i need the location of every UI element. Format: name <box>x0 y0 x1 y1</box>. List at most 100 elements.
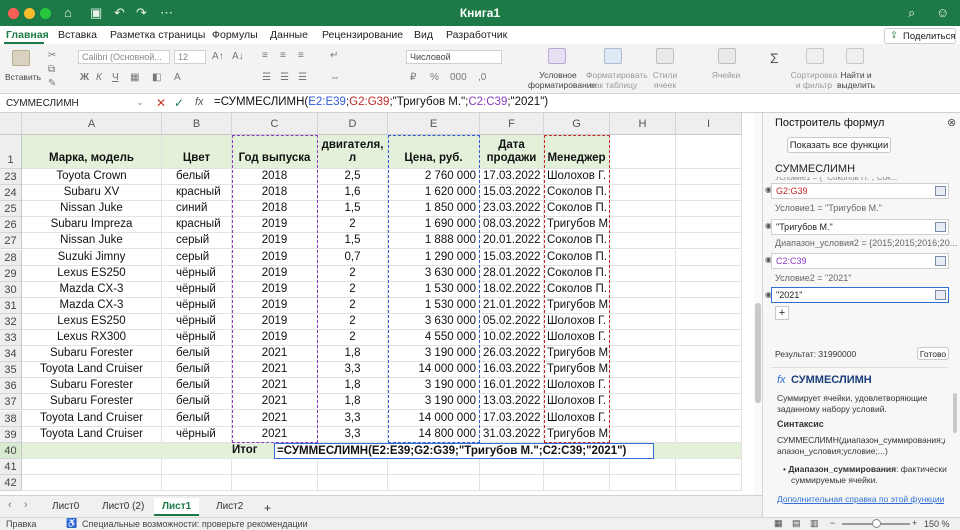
row-header[interactable]: 35 <box>0 362 22 379</box>
data-cell[interactable]: 2019 <box>232 233 318 250</box>
data-cell[interactable]: 14 000 000 <box>388 410 480 427</box>
align-left-icon[interactable]: ☰ <box>262 72 271 83</box>
data-cell[interactable]: Тригубов М. <box>544 297 610 314</box>
row-header[interactable]: 24 <box>0 185 22 202</box>
cells-icon[interactable] <box>718 48 736 64</box>
column-header[interactable]: I <box>676 113 742 135</box>
data-cell[interactable]: 2021 <box>232 346 318 363</box>
range-picker-icon[interactable] <box>935 222 946 232</box>
empty-cell[interactable] <box>610 313 676 330</box>
tab-insert[interactable]: Вставка <box>58 29 97 41</box>
data-cell[interactable]: 2019 <box>232 217 318 234</box>
data-cell[interactable]: 4 550 000 <box>388 330 480 347</box>
format-table-icon[interactable] <box>604 48 622 64</box>
data-cell[interactable]: белый <box>162 394 232 411</box>
data-cell[interactable]: Шолохов Г. <box>544 169 610 186</box>
panel-scrollbar[interactable] <box>953 393 957 433</box>
row-header[interactable]: 1 <box>0 135 22 169</box>
sheet-tab-list1[interactable]: Лист1 <box>154 498 200 516</box>
row-header[interactable]: 39 <box>0 426 22 443</box>
data-cell[interactable]: белый <box>162 362 232 379</box>
align-center-icon[interactable]: ☰ <box>280 72 289 83</box>
data-cell[interactable]: Шолохов Г. <box>544 313 610 330</box>
data-cell[interactable]: 2 <box>318 297 388 314</box>
select-all-corner[interactable] <box>0 113 22 135</box>
empty-cell[interactable] <box>676 346 742 363</box>
empty-cell[interactable] <box>676 313 742 330</box>
total-formula-cell[interactable]: =СУММЕСЛИМН(E2:E39;G2:G39;"Тригубов М.";… <box>274 442 654 459</box>
empty-cell[interactable] <box>676 201 742 218</box>
data-cell[interactable]: 0,7 <box>318 249 388 266</box>
data-cell[interactable]: 1,6 <box>318 185 388 202</box>
empty-cell[interactable] <box>610 330 676 347</box>
align-right-icon[interactable]: ☰ <box>298 72 307 83</box>
column-header[interactable]: A <box>22 113 162 135</box>
empty-cell[interactable] <box>22 474 162 491</box>
sheet-tab-list2[interactable]: Лист2 <box>208 498 251 516</box>
data-cell[interactable]: 1 290 000 <box>388 249 480 266</box>
data-cell[interactable]: Тригубов М. <box>544 426 610 443</box>
empty-cell[interactable] <box>610 410 676 427</box>
vertical-scrollbar[interactable] <box>754 113 762 495</box>
data-cell[interactable]: серый <box>162 233 232 250</box>
empty-cell[interactable] <box>676 458 742 475</box>
empty-cell[interactable] <box>676 169 742 186</box>
empty-cell[interactable] <box>318 474 388 491</box>
page-layout-view-icon[interactable]: ▤ <box>792 518 801 529</box>
empty-cell[interactable] <box>676 265 742 282</box>
row-header[interactable]: 36 <box>0 378 22 395</box>
table-header-cell[interactable]: Год выпуска <box>232 135 318 169</box>
row-header[interactable]: 33 <box>0 330 22 347</box>
data-cell[interactable]: 1 690 000 <box>388 217 480 234</box>
data-cell[interactable]: Шолохов Г. <box>544 410 610 427</box>
table-header-cell[interactable]: Менеджер <box>544 135 610 169</box>
empty-cell[interactable] <box>388 474 480 491</box>
font-size-select[interactable]: 12 <box>174 50 206 64</box>
data-cell[interactable]: 2018 <box>232 185 318 202</box>
row-header[interactable]: 29 <box>0 265 22 282</box>
empty-cell[interactable] <box>544 474 610 491</box>
format-painter-icon[interactable]: ✎ <box>48 78 56 89</box>
row-header[interactable]: 26 <box>0 217 22 234</box>
accessibility-status[interactable]: Специальные возможности: проверьте реком… <box>82 519 308 529</box>
name-box[interactable]: СУММЕСЛИМН <box>4 96 132 112</box>
align-bottom-icon[interactable]: ≡ <box>298 50 304 61</box>
empty-cell[interactable] <box>676 394 742 411</box>
fill-color-icon[interactable]: ◧ <box>152 72 161 83</box>
data-cell[interactable]: Mazda CX-3 <box>22 281 162 298</box>
row-header[interactable]: 40 <box>0 442 22 459</box>
data-cell[interactable]: синий <box>162 201 232 218</box>
close-panel-icon[interactable]: ⊗ <box>947 116 956 129</box>
data-cell[interactable]: Subaru Forester <box>22 394 162 411</box>
empty-cell[interactable] <box>232 458 318 475</box>
data-cell[interactable]: 2019 <box>232 330 318 347</box>
data-cell[interactable]: 21.01.2022 <box>480 297 544 314</box>
data-cell[interactable]: чёрный <box>162 281 232 298</box>
data-cell[interactable]: 1,8 <box>318 346 388 363</box>
data-cell[interactable]: белый <box>162 378 232 395</box>
sheet-tab-list0-2[interactable]: Лист0 (2) <box>94 498 152 516</box>
data-cell[interactable]: Тригубов М. <box>544 346 610 363</box>
data-cell[interactable]: 2 <box>318 217 388 234</box>
empty-cell[interactable] <box>610 394 676 411</box>
wrap-text-icon[interactable]: ↵ <box>330 50 338 61</box>
merge-icon[interactable]: ⇔ <box>330 72 340 83</box>
data-cell[interactable]: белый <box>162 346 232 363</box>
table-header-cell[interactable]: Марка, модель <box>22 135 162 169</box>
font-color-icon[interactable]: A <box>174 72 181 83</box>
data-cell[interactable]: 14 000 000 <box>388 362 480 379</box>
page-break-view-icon[interactable]: ▥ <box>810 518 819 529</box>
data-cell[interactable]: 1 850 000 <box>388 201 480 218</box>
data-cell[interactable]: 3,3 <box>318 410 388 427</box>
data-cell[interactable]: 2 760 000 <box>388 169 480 186</box>
empty-cell[interactable] <box>480 474 544 491</box>
confirm-formula-icon[interactable]: ✓ <box>174 96 184 110</box>
row-header[interactable]: 41 <box>0 458 22 475</box>
row-header[interactable]: 30 <box>0 281 22 298</box>
more-help-link[interactable]: Дополнительная справка по этой функции <box>777 494 944 504</box>
data-cell[interactable]: 13.03.2022 <box>480 394 544 411</box>
empty-cell[interactable] <box>610 249 676 266</box>
data-cell[interactable]: 2019 <box>232 313 318 330</box>
underline-icon[interactable]: Ч <box>112 72 119 83</box>
row-header[interactable]: 31 <box>0 297 22 314</box>
